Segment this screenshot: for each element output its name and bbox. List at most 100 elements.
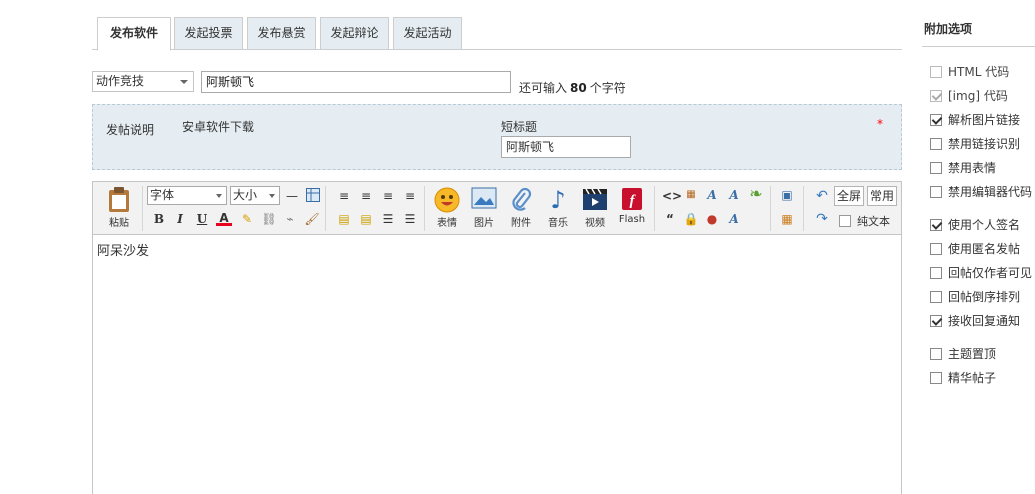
- video-button[interactable]: 视频: [577, 185, 613, 232]
- option-checkbox[interactable]: [930, 66, 942, 78]
- smiley-icon: [434, 187, 460, 213]
- editor-content[interactable]: 阿呆沙发: [97, 240, 149, 259]
- option-checkbox[interactable]: [930, 162, 942, 174]
- float-right-icon[interactable]: ▤: [358, 211, 374, 227]
- option-item[interactable]: 禁用链接识别: [930, 135, 1020, 152]
- subject-input[interactable]: 阿斯顿飞: [201, 71, 511, 93]
- paste-button[interactable]: 粘贴: [102, 185, 136, 232]
- leaf-icon[interactable]: ❧: [748, 186, 764, 202]
- lock-icon[interactable]: 🔒: [683, 211, 699, 227]
- insert-icon[interactable]: ▦: [779, 211, 795, 227]
- option-checkbox[interactable]: [930, 372, 942, 384]
- option-checkbox[interactable]: [930, 114, 942, 126]
- short-title-input[interactable]: 阿斯顿飞: [501, 136, 631, 158]
- tab-start-poll[interactable]: 发起投票: [174, 17, 243, 50]
- option-label: 禁用链接识别: [948, 137, 1021, 151]
- plaintext-checkbox[interactable]: [839, 215, 851, 227]
- subscript-icon[interactable]: A: [726, 211, 742, 227]
- option-checkbox[interactable]: [930, 291, 942, 303]
- horizontal-rule-icon[interactable]: —: [284, 188, 300, 204]
- option-item[interactable]: 回帖仅作者可见: [930, 264, 1032, 281]
- option-item[interactable]: 禁用表情: [930, 159, 996, 176]
- ordered-list-icon[interactable]: ☰: [380, 211, 396, 227]
- attachment-button[interactable]: 附件: [503, 185, 539, 232]
- highlight-icon[interactable]: ✎: [239, 211, 255, 227]
- counter-suffix: 个字符: [589, 81, 626, 95]
- flash-button[interactable]: f Flash: [614, 185, 650, 232]
- option-checkbox[interactable]: [930, 186, 942, 198]
- align-justify-icon[interactable]: ≡: [402, 188, 418, 204]
- unlink-icon[interactable]: ⌁: [282, 211, 298, 227]
- option-item[interactable]: 回帖倒序排列: [930, 288, 1020, 305]
- option-checkbox[interactable]: [930, 138, 942, 150]
- post-info-box: 发帖说明 安卓软件下载 短标题 阿斯顿飞 *: [92, 104, 902, 170]
- chevron-down-icon: [180, 80, 188, 84]
- underline-button[interactable]: U: [194, 211, 210, 227]
- font-family-select[interactable]: 字体: [147, 186, 227, 205]
- side-divider: [922, 46, 1035, 47]
- font-style-icon[interactable]: A: [704, 187, 720, 203]
- float-left-icon[interactable]: ▤: [336, 211, 352, 227]
- option-label: 使用个人签名: [948, 218, 1021, 232]
- emoticon-button[interactable]: 表情: [429, 185, 465, 232]
- option-label: HTML 代码: [948, 65, 1010, 79]
- option-item[interactable]: 使用个人签名: [930, 216, 1020, 233]
- superscript-icon[interactable]: A: [726, 187, 742, 203]
- option-item[interactable]: [img] 代码: [930, 87, 1008, 104]
- option-item[interactable]: 使用匿名发帖: [930, 240, 1020, 257]
- option-item[interactable]: 精华帖子: [930, 369, 996, 386]
- option-item[interactable]: 主题置顶: [930, 345, 996, 362]
- flash-icon: f: [619, 187, 645, 213]
- option-checkbox[interactable]: [930, 243, 942, 255]
- common-button[interactable]: 常用: [867, 186, 898, 206]
- bold-button[interactable]: B: [151, 211, 167, 227]
- category-select-value: 动作竞技: [96, 74, 145, 88]
- clear-format-icon[interactable]: 🖌: [304, 211, 320, 227]
- quote-icon[interactable]: “: [662, 211, 678, 227]
- tab-publish-software[interactable]: 发布软件: [97, 17, 171, 51]
- plaintext-toggle[interactable]: 纯文本: [839, 213, 890, 229]
- toolbar-divider: [142, 186, 143, 231]
- link-icon[interactable]: ⛓: [261, 211, 277, 227]
- toolbar-divider: [654, 186, 655, 231]
- option-item[interactable]: 接收回复通知: [930, 312, 1020, 329]
- tab-start-activity[interactable]: 发起活动: [393, 17, 462, 50]
- music-button[interactable]: ♪ 音乐: [540, 185, 576, 232]
- option-item[interactable]: 解析图片链接: [930, 111, 1020, 128]
- fullscreen-button[interactable]: 全屏: [834, 186, 865, 206]
- align-center-icon[interactable]: ≡: [358, 188, 374, 204]
- tab-start-debate[interactable]: 发起辩论: [320, 17, 389, 50]
- redo-icon[interactable]: ↷: [814, 211, 830, 227]
- font-size-select[interactable]: 大小: [230, 186, 280, 205]
- table-icon[interactable]: [305, 188, 321, 204]
- toolbar-divider: [325, 186, 326, 231]
- image-button[interactable]: 图片: [466, 185, 502, 232]
- align-right-icon[interactable]: ≡: [380, 188, 396, 204]
- image-icon: [471, 187, 497, 213]
- align-left-icon[interactable]: ≡: [336, 188, 352, 204]
- option-checkbox[interactable]: [930, 90, 942, 102]
- italic-button[interactable]: I: [172, 211, 188, 227]
- undo-icon[interactable]: ↶: [814, 188, 830, 204]
- option-checkbox[interactable]: [930, 348, 942, 360]
- counter-prefix: 还可输入: [519, 81, 568, 95]
- music-label: 音乐: [548, 218, 568, 229]
- post-type-tabs: 发布软件 发起投票 发布悬赏 发起辩论 发起活动: [92, 17, 902, 51]
- option-checkbox[interactable]: [930, 267, 942, 279]
- qq-icon[interactable]: ●: [704, 211, 720, 227]
- option-checkbox[interactable]: [930, 219, 942, 231]
- required-mark: *: [877, 117, 883, 131]
- free-icon[interactable]: ▦: [683, 187, 699, 203]
- video-clapper-icon: [582, 187, 608, 213]
- option-label: [img] 代码: [948, 89, 1008, 103]
- unordered-list-icon[interactable]: ☰: [402, 211, 418, 227]
- option-label: 回帖仅作者可见: [948, 266, 1033, 280]
- option-item[interactable]: HTML 代码: [930, 63, 1009, 80]
- option-item[interactable]: 禁用编辑器代码: [930, 183, 1032, 200]
- category-select[interactable]: 动作竞技: [92, 71, 194, 92]
- font-color-button[interactable]: A: [216, 210, 232, 226]
- option-checkbox[interactable]: [930, 315, 942, 327]
- code-icon[interactable]: <>: [662, 188, 682, 204]
- tab-publish-reward[interactable]: 发布悬赏: [247, 17, 316, 50]
- page-icon[interactable]: ▣: [779, 187, 795, 203]
